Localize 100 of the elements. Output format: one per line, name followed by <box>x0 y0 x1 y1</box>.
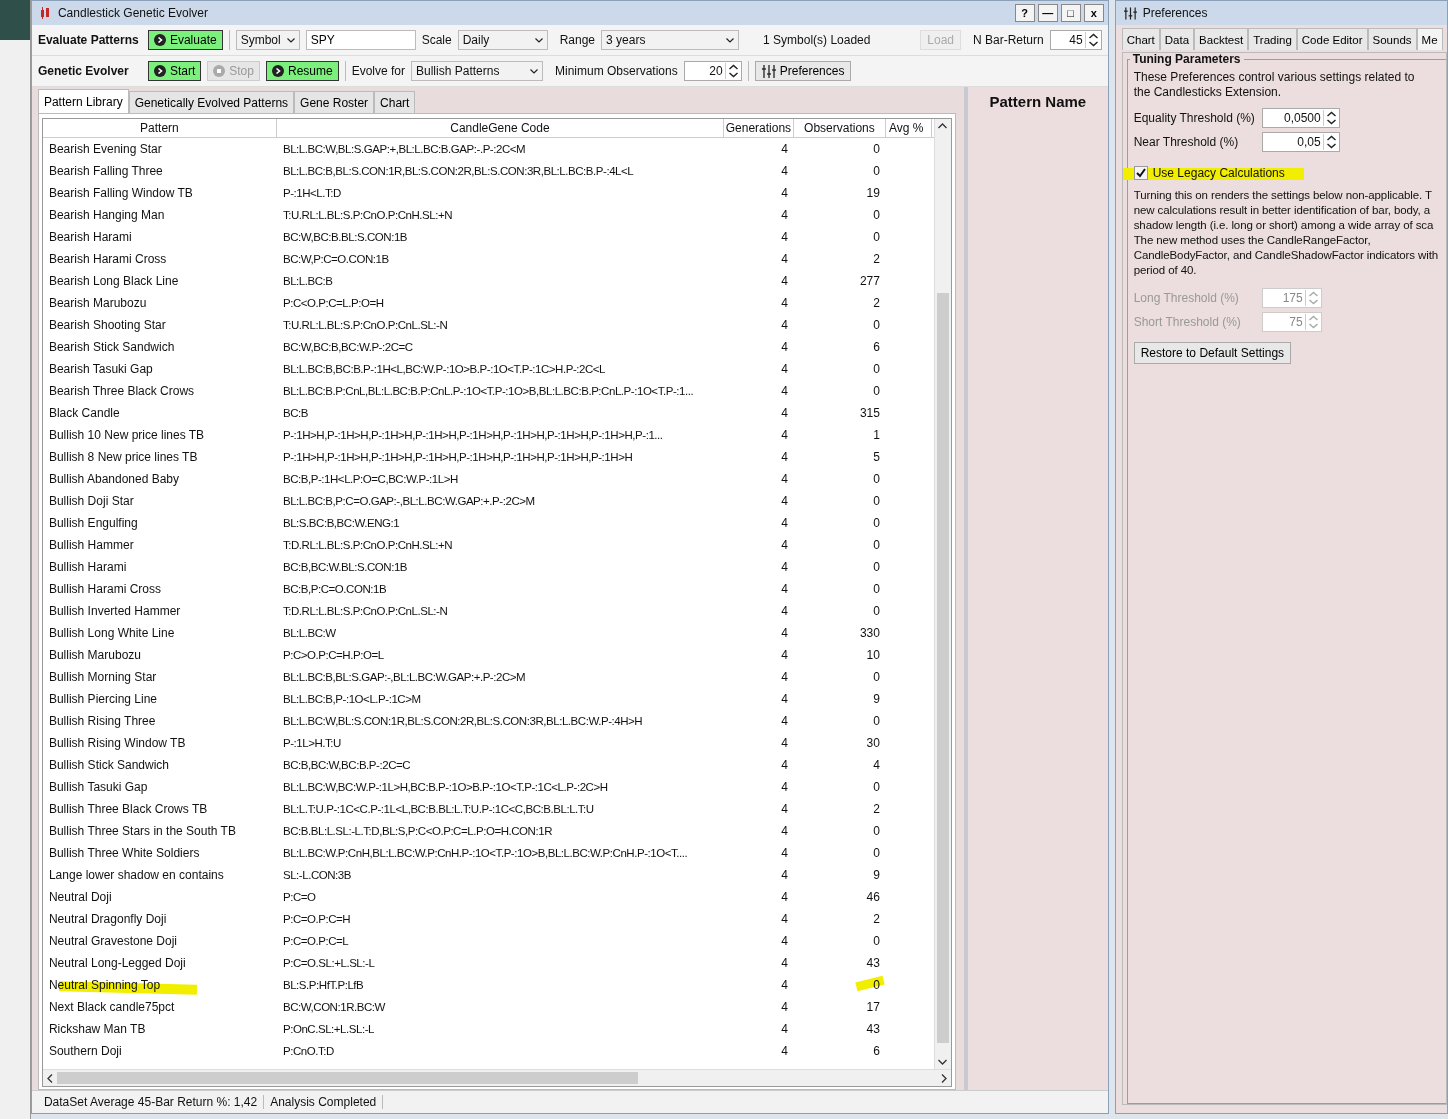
table-cell-text: Black Candle <box>47 406 121 420</box>
table-cell-text: 4 <box>780 1000 789 1014</box>
window-control-button[interactable]: □ <box>1060 4 1081 22</box>
table-cell-text: 1 <box>872 428 881 442</box>
checkbox[interactable] <box>1133 166 1148 180</box>
table-cell-text: 4 <box>780 670 789 684</box>
minimum-observations-label: Minimum Observations <box>555 64 678 78</box>
table-cell-text: 0 <box>872 362 881 376</box>
tab[interactable]: Chart <box>374 91 416 113</box>
table-cell-text: P:C=O.P:C=L <box>281 935 350 947</box>
table-cell-text: Bearish Three Black Crows <box>47 384 196 398</box>
table-cell-text: Bullish Marubozu <box>47 648 142 662</box>
window-control-button[interactable]: ? <box>1014 4 1035 22</box>
column-header[interactable]: Observations <box>793 119 886 137</box>
table-cell-text: Bearish Evening Star <box>47 142 163 156</box>
tab[interactable]: Pattern Library <box>37 89 129 113</box>
tab[interactable]: Data <box>1159 28 1195 50</box>
minimum-observations-spinner[interactable]: 20 <box>683 61 742 81</box>
tab[interactable]: Sounds <box>1367 28 1417 50</box>
table-cell-text: Bullish Long White Line <box>47 626 176 640</box>
table-cell-text: Next Black candle75pct <box>47 1000 176 1014</box>
column-header[interactable]: Generations <box>723 119 794 137</box>
play-icon <box>153 34 166 46</box>
status-text: Analysis Completed <box>264 1095 384 1109</box>
table-cell-text: Bullish Three White Soldiers <box>47 846 201 860</box>
table-cell-text: Neutral Long-Legged Doji <box>47 956 187 970</box>
range-label: Range <box>559 33 596 47</box>
scale-dropdown[interactable]: Daily <box>457 30 548 50</box>
threshold-spinner[interactable]: 0,05 <box>1261 132 1340 152</box>
table-cell-text: 4 <box>780 472 789 486</box>
range-dropdown[interactable]: 3 years <box>601 30 740 50</box>
table-cell-text: 4 <box>780 362 789 376</box>
spinner-arrows-icon[interactable] <box>1322 134 1339 150</box>
table-cell-text: 4 <box>872 758 881 772</box>
table-cell-text: 4 <box>780 582 789 596</box>
threshold-spinner[interactable]: 0,0500 <box>1261 108 1340 128</box>
table-cell-text: BL:L.T:U.P-:1C<C.P-:1L<L,BC:B.BL:L.T:U.P-:1C<C,BC:B.BL:L.T:U <box>281 803 595 815</box>
tab[interactable]: Code Editor <box>1296 28 1368 50</box>
spinner-arrows-icon[interactable] <box>724 63 741 79</box>
description-text: These Preferences control various settings related to the Candlesticks Extension. <box>1133 70 1416 100</box>
table-cell-text: Bullish Engulfing <box>47 516 139 530</box>
window-control-button[interactable]: — <box>1037 4 1058 22</box>
window-control-button[interactable]: x <box>1083 4 1104 22</box>
spinner-arrows-icon[interactable] <box>1322 110 1339 126</box>
restore-defaults-button[interactable]: Restore to Default Settings <box>1133 342 1292 364</box>
scroll-right-icon[interactable] <box>940 1073 947 1083</box>
scroll-up-icon[interactable] <box>938 123 948 129</box>
n-bar-return-spinner[interactable]: 45 <box>1049 30 1102 50</box>
panel-title: Pattern Name <box>988 93 1088 110</box>
horizontal-scrollbar[interactable] <box>42 1069 951 1086</box>
table-cell-text: 2 <box>872 802 881 816</box>
table-cell-text: 0 <box>872 538 881 552</box>
column-header[interactable]: Avg % <box>885 119 932 137</box>
resume-button[interactable]: Resume <box>265 61 339 81</box>
evolve-for-dropdown[interactable]: Bullish Patterns <box>411 61 543 81</box>
tab[interactable]: Genetically Evolved Patterns <box>128 91 295 113</box>
tab[interactable]: Me <box>1416 28 1443 50</box>
table-cell-text: Neutral Doji <box>47 890 113 904</box>
column-header[interactable]: Pattern <box>42 119 277 137</box>
table-cell-text: 19 <box>865 186 881 200</box>
symbol-field[interactable]: SPY <box>305 30 416 50</box>
scroll-left-icon[interactable] <box>46 1073 53 1083</box>
evaluate-button[interactable]: Evaluate <box>147 30 223 50</box>
table-cell-text: BC:B,BC:W,BC:B.P-:2C=C <box>281 759 412 771</box>
window-title: Candlestick Genetic Evolver <box>57 6 208 20</box>
table-cell-text: Bullish Three Stars in the South TB <box>47 824 237 838</box>
vertical-scrollbar[interactable] <box>933 119 951 1069</box>
table-cell-text: T:D.RL:L.BL:S.P:CnO.P:CnL.SL:-N <box>281 605 449 617</box>
start-button[interactable]: Start <box>147 61 202 81</box>
toolbar-label: Genetic Evolver <box>37 64 130 78</box>
table-cell-text: BC:W,BC:B,BC:W.P-:2C=C <box>281 341 414 353</box>
table-cell-text: 4 <box>780 494 789 508</box>
symbol-dropdown[interactable]: Symbol <box>235 30 300 50</box>
tab[interactable]: Trading <box>1248 28 1297 50</box>
table-cell-text: BL:S.BC:B,BC:W.ENG:1 <box>281 517 401 529</box>
table-cell-text: 4 <box>780 450 789 464</box>
table-cell-text: 43 <box>865 956 881 970</box>
table-cell-text: Bearish Harami Cross <box>47 252 168 266</box>
table-cell-text: Rickshaw Man TB <box>47 1022 147 1036</box>
table-cell-text: P-:1L>H.T:U <box>281 737 342 749</box>
table-cell-text: 0 <box>872 582 881 596</box>
table-cell-text: BL:L.BC:B,P-:1O<L.P-:1C>M <box>281 693 422 705</box>
table-cell-text: 0 <box>872 230 881 244</box>
table-cell-text: 4 <box>780 1022 789 1036</box>
table-cell-text: BC:W,P:C=O.CON:1B <box>281 253 390 265</box>
table-cell-text: 4 <box>780 912 789 926</box>
column-header[interactable]: CandleGene Code <box>276 119 724 137</box>
table-cell-text: BL:L.BC:W.P:CnH,BL:L.BC:W.P:CnH.P-:1O<T.P-:1O>B,BL:L.BC:W.P:CnH.P-:1O<T.... <box>281 847 689 859</box>
table-cell-text: 0 <box>872 142 881 156</box>
tab[interactable]: Chart <box>1121 28 1160 50</box>
scroll-down-icon[interactable] <box>938 1059 948 1065</box>
preferences-button[interactable]: Preferences <box>754 61 852 81</box>
checkbox-label[interactable]: Use Legacy Calculations <box>1152 166 1285 180</box>
table-cell-text: 0 <box>872 318 881 332</box>
table-cell-text: T:U.RL:L.BL:S.P:CnO.P:CnL.SL:-N <box>281 319 449 331</box>
caret-icon <box>530 68 538 74</box>
tab[interactable]: Gene Roster <box>294 91 375 113</box>
tab[interactable]: Backtest <box>1194 28 1249 50</box>
evolve-for-label: Evolve for <box>351 64 405 78</box>
spinner-arrows-icon[interactable] <box>1084 32 1101 48</box>
